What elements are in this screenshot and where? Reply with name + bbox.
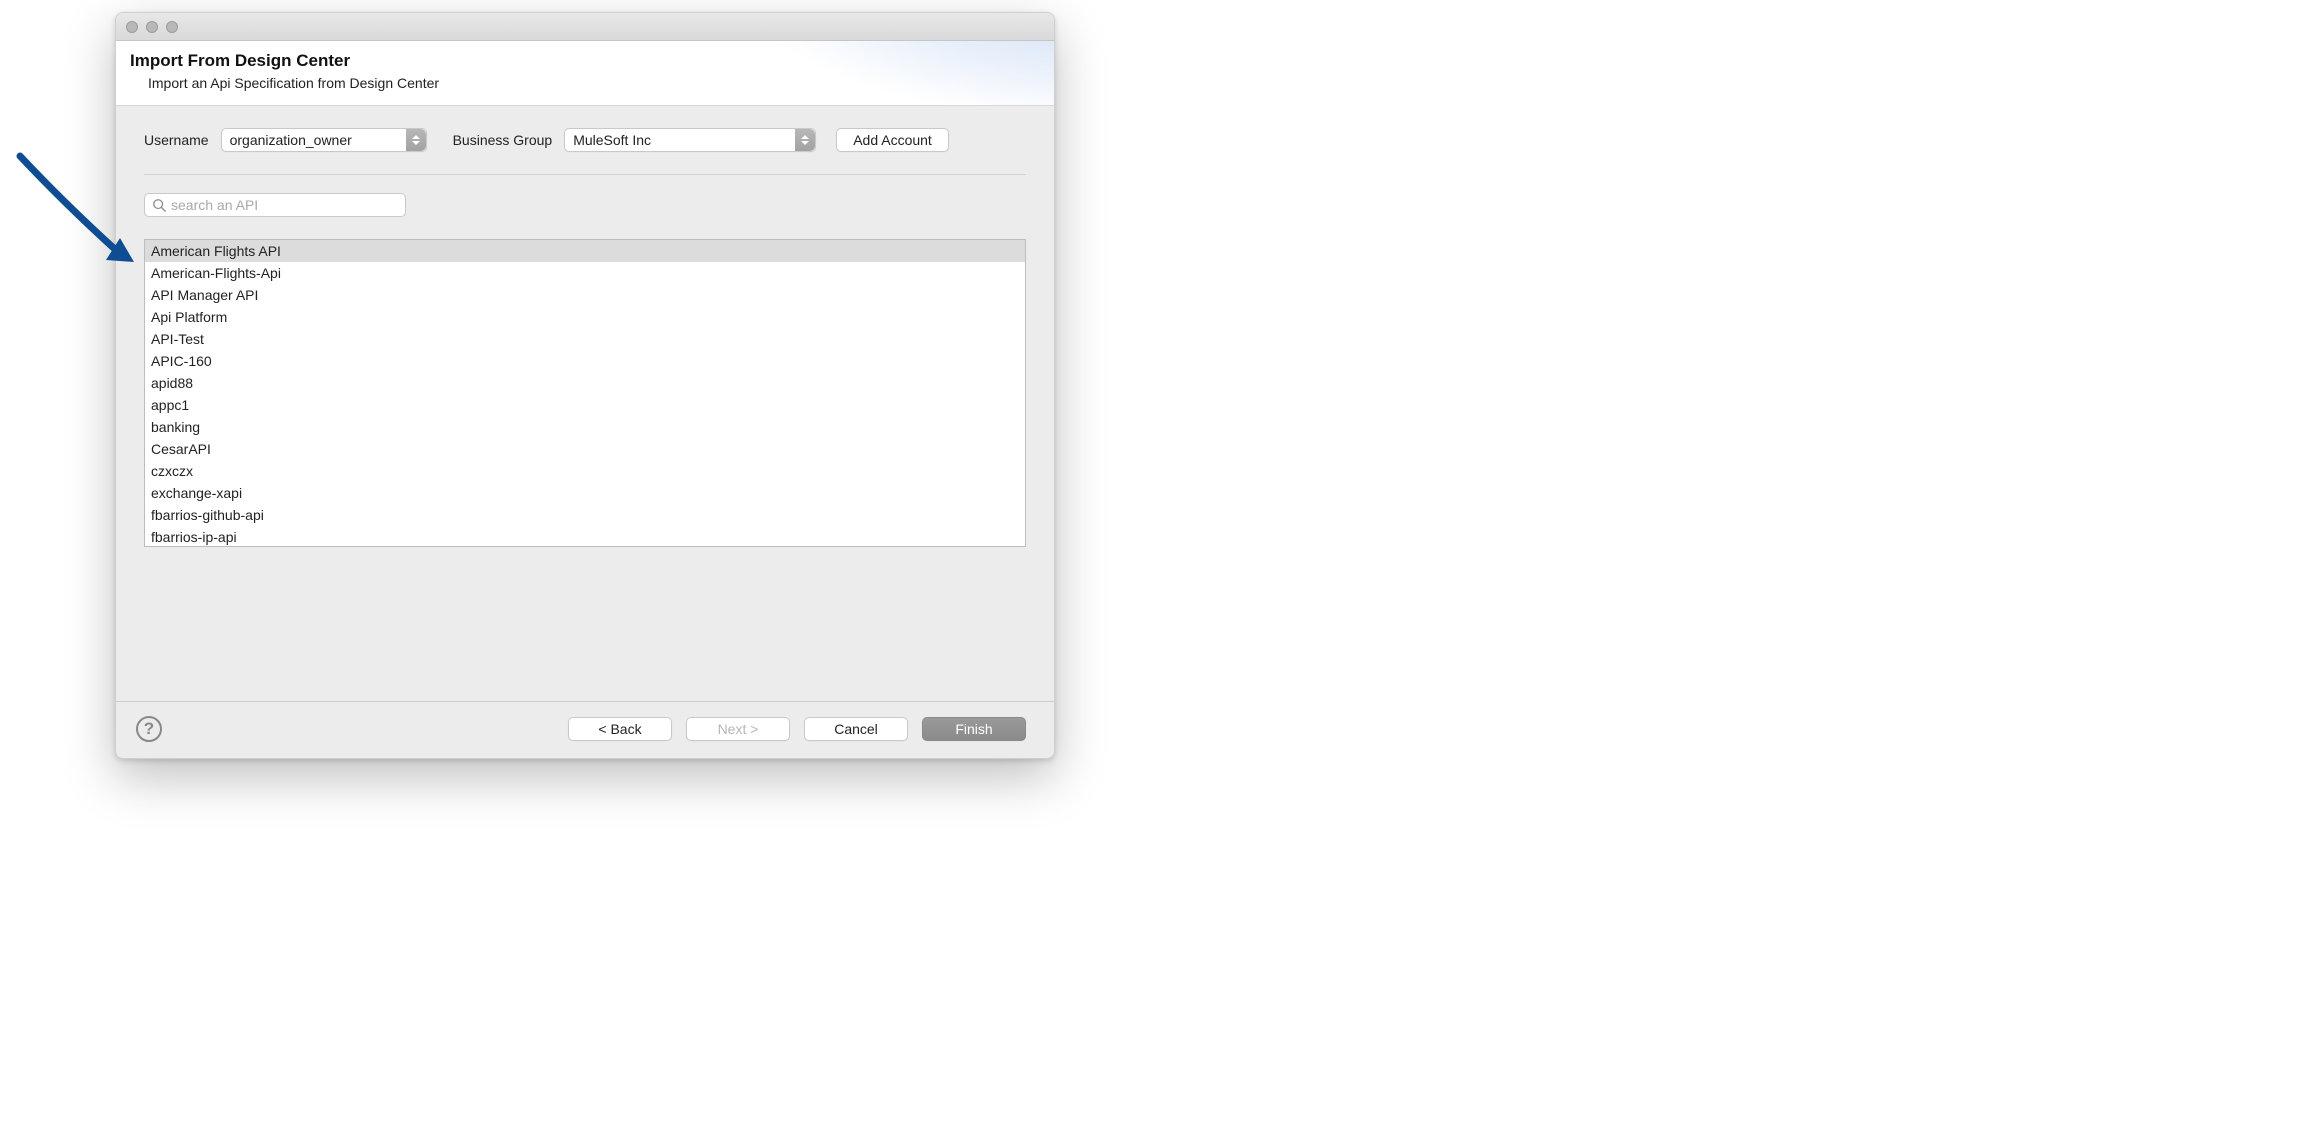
list-item[interactable]: API-Test [145,328,1025,350]
list-item[interactable]: appc1 [145,394,1025,416]
cancel-button[interactable]: Cancel [804,717,908,741]
search-input[interactable] [144,193,406,217]
list-item[interactable]: fbarrios-ip-api [145,526,1025,547]
business-group-select-value: MuleSoft Inc [573,132,651,148]
business-group-select[interactable]: MuleSoft Inc [564,128,816,152]
list-item[interactable]: apid88 [145,372,1025,394]
list-item[interactable]: exchange-xapi [145,482,1025,504]
divider [144,174,1026,175]
dialog-body: Username organization_owner Business Gro… [116,106,1054,701]
list-item[interactable]: CesarAPI [145,438,1025,460]
dialog-header: Import From Design Center Import an Api … [116,41,1054,106]
close-icon[interactable] [126,21,138,33]
list-item[interactable]: American-Flights-Api [145,262,1025,284]
list-item[interactable]: APIC-160 [145,350,1025,372]
dialog-title: Import From Design Center [130,51,1040,71]
list-item[interactable]: American Flights API [145,240,1025,262]
annotation-arrow [10,144,140,264]
minimize-icon[interactable] [146,21,158,33]
list-item[interactable]: API Manager API [145,284,1025,306]
zoom-icon[interactable] [166,21,178,33]
chevron-up-down-icon [406,129,426,151]
username-select-value: organization_owner [230,132,352,148]
username-label: Username [144,132,209,148]
dialog-window: Import From Design Center Import an Api … [115,12,1055,759]
back-button[interactable]: < Back [568,717,672,741]
search-wrap [144,193,406,217]
list-item[interactable]: czxczx [145,460,1025,482]
finish-button[interactable]: Finish [922,717,1026,741]
next-button[interactable]: Next > [686,717,790,741]
help-icon[interactable]: ? [136,716,162,742]
add-account-button[interactable]: Add Account [836,128,949,152]
window-titlebar [116,13,1054,41]
dialog-footer: ? < Back Next > Cancel Finish [116,701,1054,758]
api-listbox[interactable]: American Flights APIAmerican-Flights-Api… [144,239,1026,547]
account-row: Username organization_owner Business Gro… [144,128,1026,152]
list-item[interactable]: banking [145,416,1025,438]
business-group-label: Business Group [453,132,553,148]
chevron-up-down-icon [795,129,815,151]
list-item[interactable]: fbarrios-github-api [145,504,1025,526]
search-icon [152,198,166,212]
username-select[interactable]: organization_owner [221,128,427,152]
dialog-subtitle: Import an Api Specification from Design … [130,75,1040,91]
wizard-buttons: < Back Next > Cancel Finish [568,717,1026,741]
list-item[interactable]: Api Platform [145,306,1025,328]
